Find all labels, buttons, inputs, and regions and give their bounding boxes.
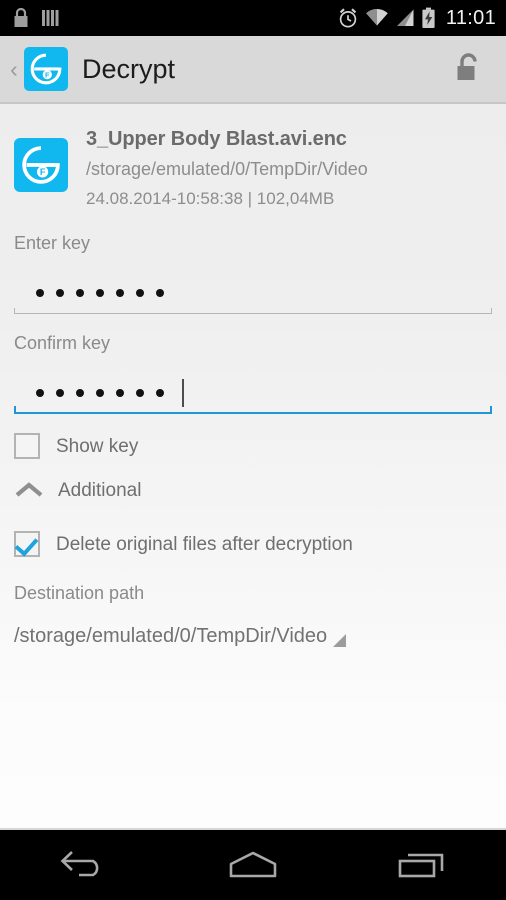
lock-icon bbox=[14, 7, 28, 27]
masked-char bbox=[136, 289, 144, 297]
confirm-key-label: Confirm key bbox=[14, 333, 111, 353]
file-metadata: 3_Upper Body Blast.avi.enc /storage/emul… bbox=[86, 120, 368, 214]
file-type-icon: F bbox=[14, 138, 68, 192]
page-title: Decrypt bbox=[82, 53, 176, 84]
destination-path-value: /storage/emulated/0/TempDir/Video bbox=[14, 625, 328, 647]
nav-back-button[interactable] bbox=[36, 837, 132, 893]
chevron-up-icon[interactable] bbox=[14, 481, 44, 499]
masked-char bbox=[56, 389, 64, 397]
text-caret bbox=[182, 379, 184, 407]
file-icon-letter: F bbox=[40, 167, 46, 177]
additional-row[interactable]: Additional bbox=[14, 468, 492, 512]
masked-char bbox=[36, 289, 44, 297]
file-info-row: F 3_Upper Body Blast.avi.enc /storage/em… bbox=[14, 104, 492, 214]
status-bar: 11:01 bbox=[0, 0, 506, 36]
masked-char bbox=[56, 289, 64, 297]
app-logo-icon[interactable]: F bbox=[24, 47, 68, 91]
status-bar-clock: 11:01 bbox=[445, 7, 496, 29]
enter-key-group: Enter key bbox=[14, 232, 492, 314]
unlock-icon[interactable] bbox=[446, 47, 490, 91]
app-bar: ‹ F Decrypt bbox=[0, 36, 506, 104]
status-bar-right-icons: 11:01 bbox=[337, 7, 496, 29]
bars-icon bbox=[42, 10, 59, 26]
enter-key-input[interactable] bbox=[14, 272, 492, 314]
show-key-row[interactable]: Show key bbox=[14, 424, 492, 468]
destination-path-spinner[interactable]: /storage/emulated/0/TempDir/Video bbox=[14, 624, 492, 648]
file-stats: 24.08.2014-10:58:38 | 102,04MB bbox=[86, 189, 335, 208]
destination-path-group: Destination path /storage/emulated/0/Tem… bbox=[14, 582, 492, 648]
android-screen: 11:01 ‹ F Decrypt F 3_Upper Body Blast.a… bbox=[0, 0, 506, 900]
nav-recents-button[interactable] bbox=[374, 837, 470, 893]
file-name: 3_Upper Body Blast.avi.enc bbox=[86, 128, 347, 150]
battery-charging-icon bbox=[422, 7, 435, 28]
confirm-key-input[interactable] bbox=[14, 372, 492, 414]
delete-originals-label: Delete original files after decryption bbox=[56, 533, 353, 555]
delete-originals-row[interactable]: Delete original files after decryption bbox=[14, 522, 492, 566]
destination-path-label: Destination path bbox=[14, 583, 145, 603]
cellular-signal-icon bbox=[396, 9, 414, 26]
file-path: /storage/emulated/0/TempDir/Video bbox=[86, 159, 368, 179]
show-key-checkbox[interactable] bbox=[14, 433, 40, 459]
spinner-caret-icon bbox=[333, 634, 347, 647]
nav-home-button[interactable] bbox=[205, 837, 301, 893]
confirm-key-group: Confirm key bbox=[14, 332, 492, 414]
back-chevron-icon[interactable]: ‹ bbox=[4, 57, 24, 81]
alarm-icon bbox=[339, 8, 357, 28]
confirm-key-underline bbox=[14, 406, 492, 414]
additional-label: Additional bbox=[58, 479, 142, 501]
android-nav-bar bbox=[0, 828, 506, 900]
app-logo-letter: F bbox=[45, 70, 50, 79]
enter-key-label: Enter key bbox=[14, 233, 91, 253]
masked-char bbox=[116, 389, 124, 397]
masked-char bbox=[156, 289, 164, 297]
confirm-key-masked-value bbox=[14, 372, 492, 414]
masked-char bbox=[116, 289, 124, 297]
delete-originals-checkbox[interactable] bbox=[14, 531, 40, 557]
masked-char bbox=[76, 389, 84, 397]
masked-char bbox=[96, 389, 104, 397]
show-key-label: Show key bbox=[56, 435, 139, 457]
enter-key-underline bbox=[14, 308, 492, 314]
status-bar-left-icons bbox=[12, 7, 59, 29]
masked-char bbox=[76, 289, 84, 297]
masked-char bbox=[96, 289, 104, 297]
masked-char bbox=[136, 389, 144, 397]
wifi-icon bbox=[366, 9, 388, 26]
masked-char bbox=[156, 389, 164, 397]
decrypt-form: F 3_Upper Body Blast.avi.enc /storage/em… bbox=[0, 104, 506, 828]
masked-char bbox=[36, 389, 44, 397]
enter-key-masked-value bbox=[14, 272, 492, 314]
